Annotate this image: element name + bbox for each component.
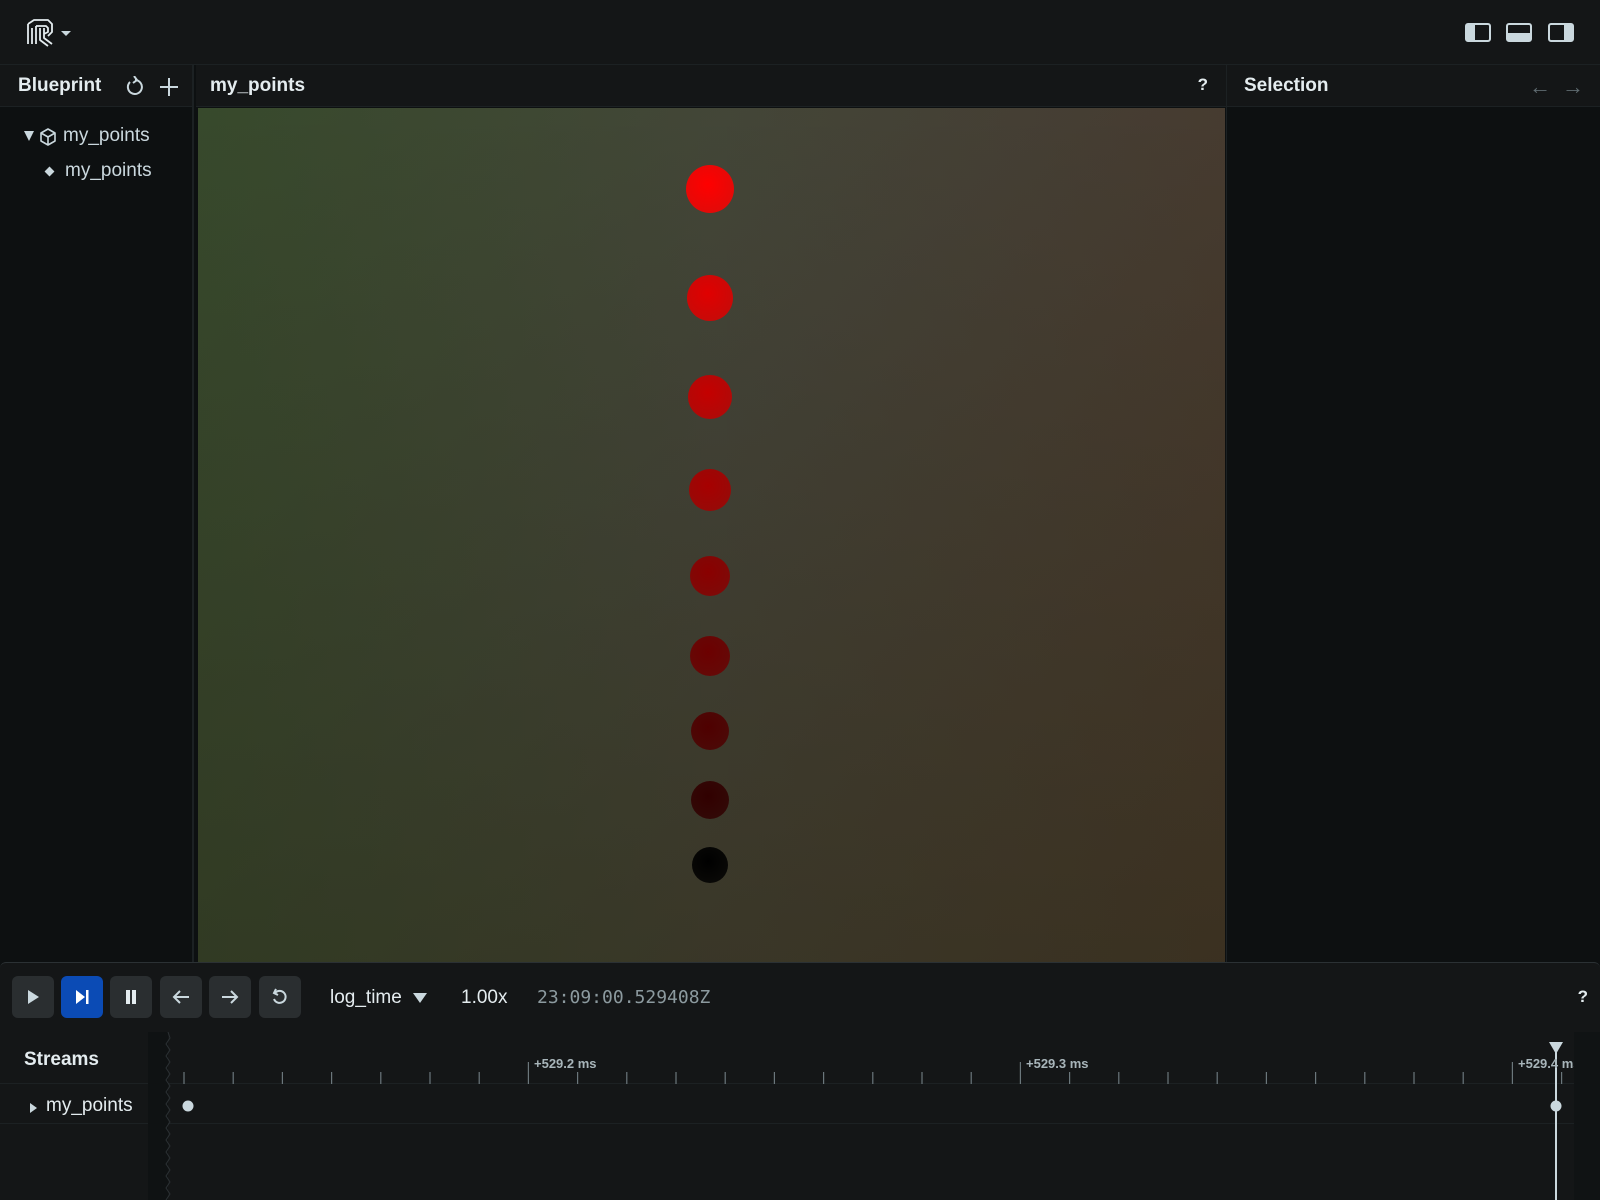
time-ruler[interactable] <box>148 1032 1600 1200</box>
selection-header: Selection ← → <box>1227 65 1600 107</box>
tick-label: +529.2 ms <box>534 1056 597 1071</box>
event-marker[interactable] <box>1550 1100 1562 1112</box>
time-ruler-area[interactable]: +529.2 ms +529.3 ms +529.4 ms <box>148 1032 1600 1200</box>
arrow-left-icon <box>172 990 189 1004</box>
follow-icon <box>76 990 89 1004</box>
tree-item-entity[interactable]: my_points <box>65 160 152 182</box>
point-4[interactable] <box>690 556 730 596</box>
time-cursor-handle-icon[interactable] <box>1549 1042 1563 1054</box>
follow-button[interactable] <box>61 976 103 1018</box>
streams-tree: Streams my_points <box>0 1032 148 1200</box>
selection-panel: Selection ← → <box>1226 65 1600 962</box>
tick-label: +529.3 ms <box>1026 1056 1089 1071</box>
blueprint-title: Blueprint <box>18 74 102 96</box>
loop-button[interactable] <box>259 976 301 1018</box>
selection-back-icon[interactable]: ← <box>1529 74 1551 100</box>
points-canvas <box>686 165 734 883</box>
point-2[interactable] <box>688 375 732 419</box>
rerun-logo-icon[interactable] <box>24 16 56 48</box>
point-5[interactable] <box>690 636 730 676</box>
arrow-right-icon <box>222 990 239 1004</box>
view-header: my_points ? <box>196 65 1226 107</box>
step-back-button[interactable] <box>160 976 202 1018</box>
point-7[interactable] <box>691 781 729 819</box>
point-6[interactable] <box>691 712 729 750</box>
timeline-caret-icon[interactable] <box>413 993 427 1003</box>
tick-label: +529.4 ms <box>1518 1056 1574 1071</box>
time-control-bar: log_time 1.00x 23:09:00.529408Z ? <box>0 962 1600 1032</box>
event-marker[interactable] <box>182 1100 194 1112</box>
expand-triangle-icon[interactable] <box>30 1103 37 1113</box>
point-0[interactable] <box>686 165 734 213</box>
pause-icon <box>126 990 136 1004</box>
point-1[interactable] <box>687 275 733 321</box>
play-button[interactable] <box>12 976 54 1018</box>
playback-speed[interactable]: 1.00x <box>461 987 507 1009</box>
left-panel-toggle-icon[interactable] <box>1465 22 1491 44</box>
view-title[interactable]: my_points <box>210 75 305 97</box>
current-time[interactable]: 23:09:00.529408Z <box>537 987 710 1008</box>
point-8[interactable] <box>692 847 728 883</box>
loop-icon <box>272 988 287 1004</box>
cube-icon <box>38 127 58 147</box>
app-menu-caret-icon[interactable] <box>61 31 71 36</box>
selection-forward-icon[interactable]: → <box>1562 74 1584 100</box>
stream-row-label[interactable]: my_points <box>46 1095 133 1117</box>
time-help-button[interactable]: ? <box>1578 987 1588 1007</box>
add-view-icon[interactable] <box>158 76 180 98</box>
top-bar <box>0 0 1600 65</box>
tick-marks <box>183 1062 1563 1084</box>
collapse-triangle-icon[interactable] <box>24 131 34 141</box>
pause-button[interactable] <box>110 976 152 1018</box>
streams-panel: Streams my_points +529.2 ms +529.3 ms +5… <box>0 1032 1600 1200</box>
right-panel-toggle-icon[interactable] <box>1548 22 1574 44</box>
timeline-selector[interactable]: log_time <box>330 987 402 1009</box>
step-forward-button[interactable] <box>209 976 251 1018</box>
reset-blueprint-icon[interactable] <box>124 75 146 98</box>
tree-item-group[interactable]: my_points <box>63 125 150 147</box>
bottom-panel-toggle-icon[interactable] <box>1506 22 1532 44</box>
spatial-3d-viewport[interactable] <box>198 108 1225 962</box>
play-icon <box>28 990 39 1004</box>
streams-title: Streams <box>24 1049 99 1070</box>
blueprint-panel: Blueprint <box>0 65 194 962</box>
selection-title: Selection <box>1244 75 1329 96</box>
point-3[interactable] <box>689 469 731 511</box>
view-help-button[interactable]: ? <box>1198 75 1208 95</box>
